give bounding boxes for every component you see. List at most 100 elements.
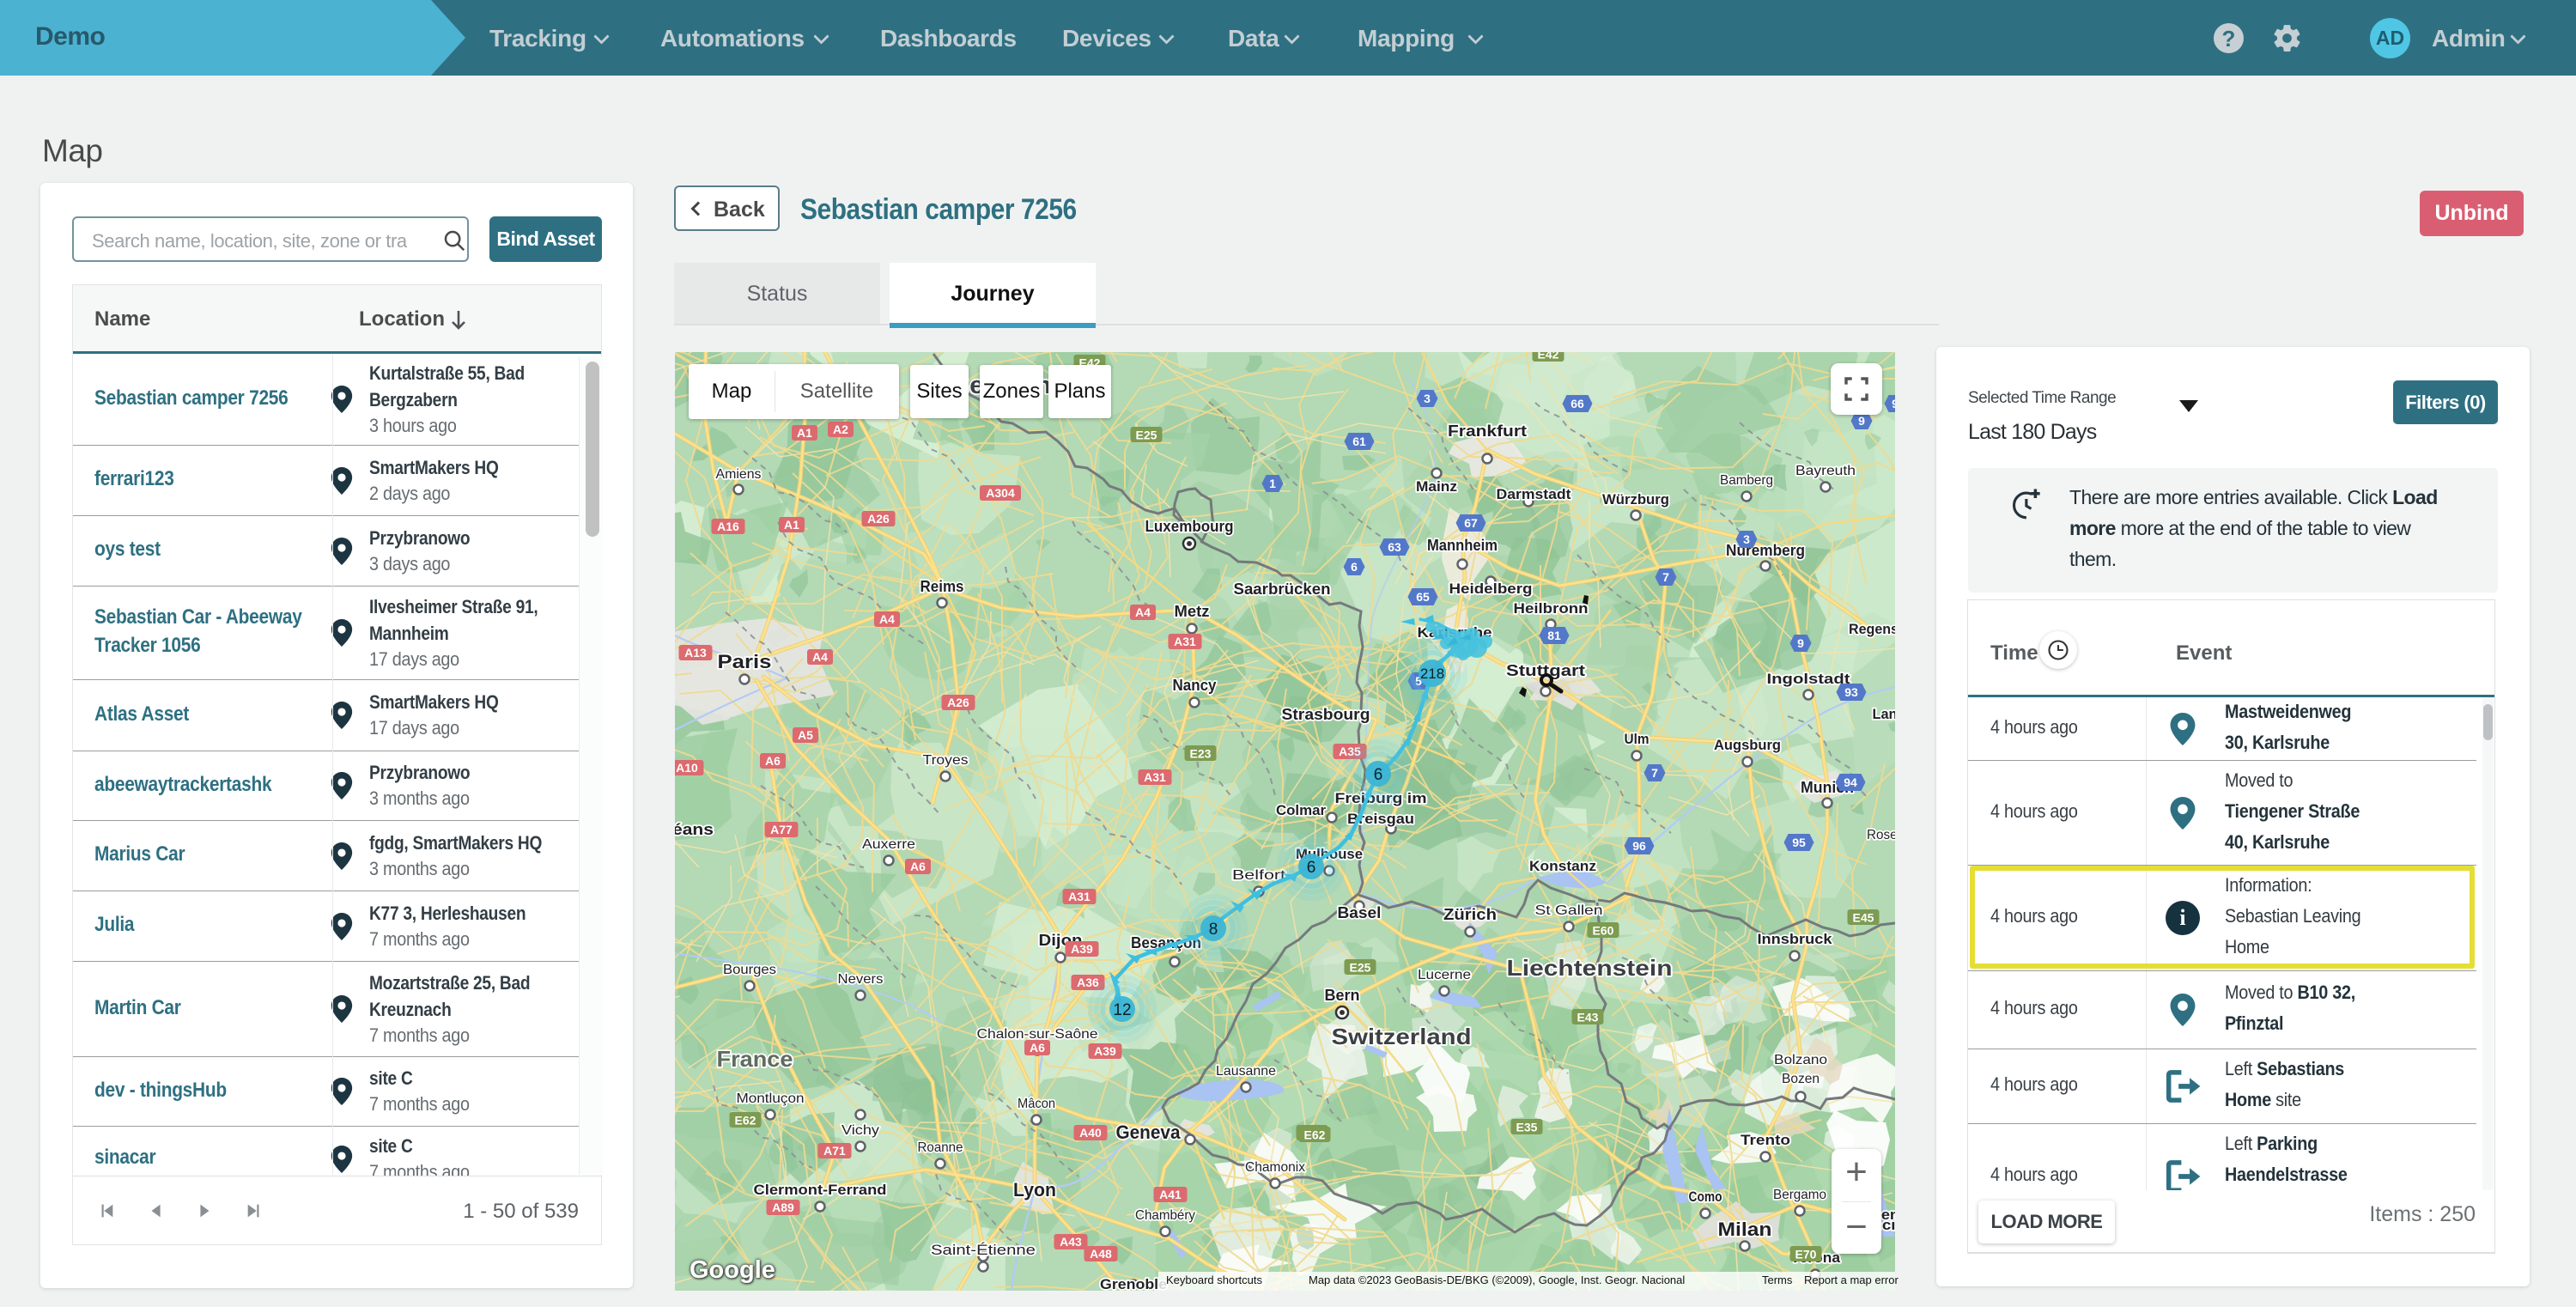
svg-text:A6: A6 bbox=[910, 860, 926, 873]
svg-text:A6: A6 bbox=[1030, 1041, 1045, 1055]
svg-text:Zürich: Zürich bbox=[1443, 906, 1497, 923]
svg-text:A4: A4 bbox=[812, 650, 828, 664]
svg-text:A77: A77 bbox=[770, 823, 793, 836]
svg-text:Bayreuth: Bayreuth bbox=[1795, 464, 1856, 478]
svg-text:A16: A16 bbox=[717, 520, 739, 533]
svg-text:93: 93 bbox=[1844, 685, 1858, 699]
svg-text:7: 7 bbox=[1662, 570, 1669, 584]
svg-text:Luxembourg: Luxembourg bbox=[1145, 518, 1234, 535]
svg-text:81: 81 bbox=[1547, 629, 1561, 642]
svg-text:3: 3 bbox=[1743, 532, 1750, 546]
svg-text:Lausanne: Lausanne bbox=[1216, 1064, 1276, 1079]
svg-text:Milan: Milan bbox=[1718, 1219, 1772, 1240]
svg-text:E35: E35 bbox=[1516, 1121, 1538, 1134]
svg-text:A1: A1 bbox=[784, 518, 799, 532]
svg-text:1: 1 bbox=[1269, 477, 1276, 490]
svg-text:63: 63 bbox=[1388, 540, 1401, 554]
svg-text:Bourges: Bourges bbox=[723, 963, 776, 977]
svg-text:Chambéry: Chambéry bbox=[1135, 1208, 1195, 1223]
svg-text:A41: A41 bbox=[1159, 1188, 1182, 1201]
svg-text:Vichy: Vichy bbox=[841, 1123, 879, 1138]
svg-text:A1: A1 bbox=[797, 426, 812, 440]
svg-text:Darmstadt: Darmstadt bbox=[1497, 486, 1571, 502]
svg-text:Saarbrücken: Saarbrücken bbox=[1234, 581, 1331, 598]
svg-text:Paris: Paris bbox=[718, 651, 772, 672]
svg-text:Liechtenstein: Liechtenstein bbox=[1507, 955, 1673, 981]
svg-text:Rosen: Rosen bbox=[1867, 828, 1895, 842]
svg-text:Saint-Étienne: Saint-Étienne bbox=[931, 1242, 1036, 1258]
svg-text:Auxerre: Auxerre bbox=[862, 837, 915, 852]
svg-text:66: 66 bbox=[1571, 397, 1584, 410]
svg-text:Bern: Bern bbox=[1325, 987, 1360, 1004]
svg-text:9: 9 bbox=[1797, 636, 1804, 650]
svg-text:Clermont-Ferrand: Clermont-Ferrand bbox=[754, 1182, 887, 1198]
svg-text:Trento: Trento bbox=[1741, 1132, 1790, 1148]
svg-text:12: 12 bbox=[1113, 1001, 1131, 1019]
svg-text:Würzburg: Würzburg bbox=[1602, 491, 1669, 508]
svg-text:7: 7 bbox=[1651, 766, 1658, 780]
svg-text:Amiens: Amiens bbox=[716, 467, 762, 482]
svg-text:Metz: Metz bbox=[1175, 603, 1210, 620]
svg-text:61: 61 bbox=[1352, 435, 1366, 448]
svg-text:E62: E62 bbox=[1304, 1128, 1326, 1142]
svg-text:A43: A43 bbox=[1060, 1235, 1082, 1249]
svg-text:Bozen: Bozen bbox=[1782, 1072, 1820, 1086]
svg-text:6: 6 bbox=[1374, 766, 1383, 784]
svg-text:A26: A26 bbox=[867, 512, 890, 526]
svg-text:67: 67 bbox=[1464, 516, 1478, 530]
svg-text:St Gallen: St Gallen bbox=[1535, 903, 1603, 918]
svg-text:A13: A13 bbox=[684, 646, 707, 660]
svg-text:Lyon: Lyon bbox=[1013, 1179, 1056, 1201]
svg-text:Regens: Regens bbox=[1849, 621, 1895, 637]
svg-text:Heilbronn: Heilbronn bbox=[1514, 600, 1589, 617]
svg-text:E25: E25 bbox=[1350, 961, 1371, 975]
svg-text:Augsburg: Augsburg bbox=[1714, 737, 1781, 753]
svg-text:A4: A4 bbox=[879, 612, 895, 626]
svg-text:A6: A6 bbox=[765, 754, 781, 768]
svg-text:A2: A2 bbox=[833, 422, 848, 436]
svg-text:A39: A39 bbox=[1094, 1044, 1116, 1058]
svg-text:3: 3 bbox=[1424, 392, 1431, 405]
svg-text:Reims: Reims bbox=[920, 578, 964, 595]
svg-text:E42: E42 bbox=[1538, 352, 1559, 362]
svg-text:E45: E45 bbox=[1853, 911, 1874, 925]
svg-text:Ingolstadt: Ingolstadt bbox=[1767, 671, 1850, 687]
svg-text:Como: Como bbox=[1689, 1188, 1722, 1205]
svg-text:Ulm: Ulm bbox=[1625, 731, 1649, 747]
svg-text:Innsbruck: Innsbruck bbox=[1758, 931, 1833, 947]
svg-text:6: 6 bbox=[1307, 859, 1316, 877]
svg-text:Nuremberg: Nuremberg bbox=[1726, 542, 1805, 559]
svg-text:A31: A31 bbox=[1174, 635, 1196, 648]
svg-text:Frankfurt: Frankfurt bbox=[1448, 422, 1527, 440]
svg-text:A26: A26 bbox=[947, 696, 969, 709]
svg-text:France: France bbox=[717, 1046, 793, 1072]
svg-text:Switzerland: Switzerland bbox=[1332, 1024, 1472, 1049]
svg-text:A48: A48 bbox=[1090, 1247, 1112, 1261]
svg-text:A31: A31 bbox=[1068, 890, 1091, 903]
svg-text:E60: E60 bbox=[1593, 924, 1614, 938]
svg-text:Mâcon: Mâcon bbox=[1018, 1097, 1055, 1111]
svg-text:6: 6 bbox=[1351, 560, 1358, 574]
svg-text:Basel: Basel bbox=[1338, 904, 1382, 921]
svg-text:95: 95 bbox=[1792, 836, 1806, 849]
svg-text:Geneva: Geneva bbox=[1116, 1122, 1182, 1143]
svg-text:Bergamo: Bergamo bbox=[1773, 1188, 1826, 1202]
svg-text:Lucerne: Lucerne bbox=[1418, 968, 1471, 982]
svg-text:9: 9 bbox=[1892, 397, 1895, 410]
svg-text:Colmar: Colmar bbox=[1276, 802, 1326, 818]
svg-text:A31: A31 bbox=[1144, 770, 1166, 784]
svg-text:Troyes: Troyes bbox=[923, 753, 969, 768]
svg-text:Chalon-sur-Saône: Chalon-sur-Saône bbox=[977, 1027, 1098, 1042]
svg-text:E23: E23 bbox=[1190, 747, 1212, 761]
svg-text:Montluçon: Montluçon bbox=[737, 1091, 805, 1106]
svg-text:Bamberg: Bamberg bbox=[1720, 473, 1773, 488]
svg-text:218: 218 bbox=[1420, 666, 1444, 682]
svg-text:94: 94 bbox=[1844, 775, 1857, 789]
svg-text:E43: E43 bbox=[1577, 1011, 1599, 1024]
svg-text:A10: A10 bbox=[676, 761, 698, 775]
svg-text:8: 8 bbox=[1209, 921, 1218, 939]
svg-text:Konstanz: Konstanz bbox=[1529, 858, 1596, 874]
svg-text:Grenoble: Grenoble bbox=[1100, 1276, 1167, 1291]
svg-text:Land: Land bbox=[1873, 706, 1896, 722]
svg-text:A5: A5 bbox=[798, 728, 813, 742]
